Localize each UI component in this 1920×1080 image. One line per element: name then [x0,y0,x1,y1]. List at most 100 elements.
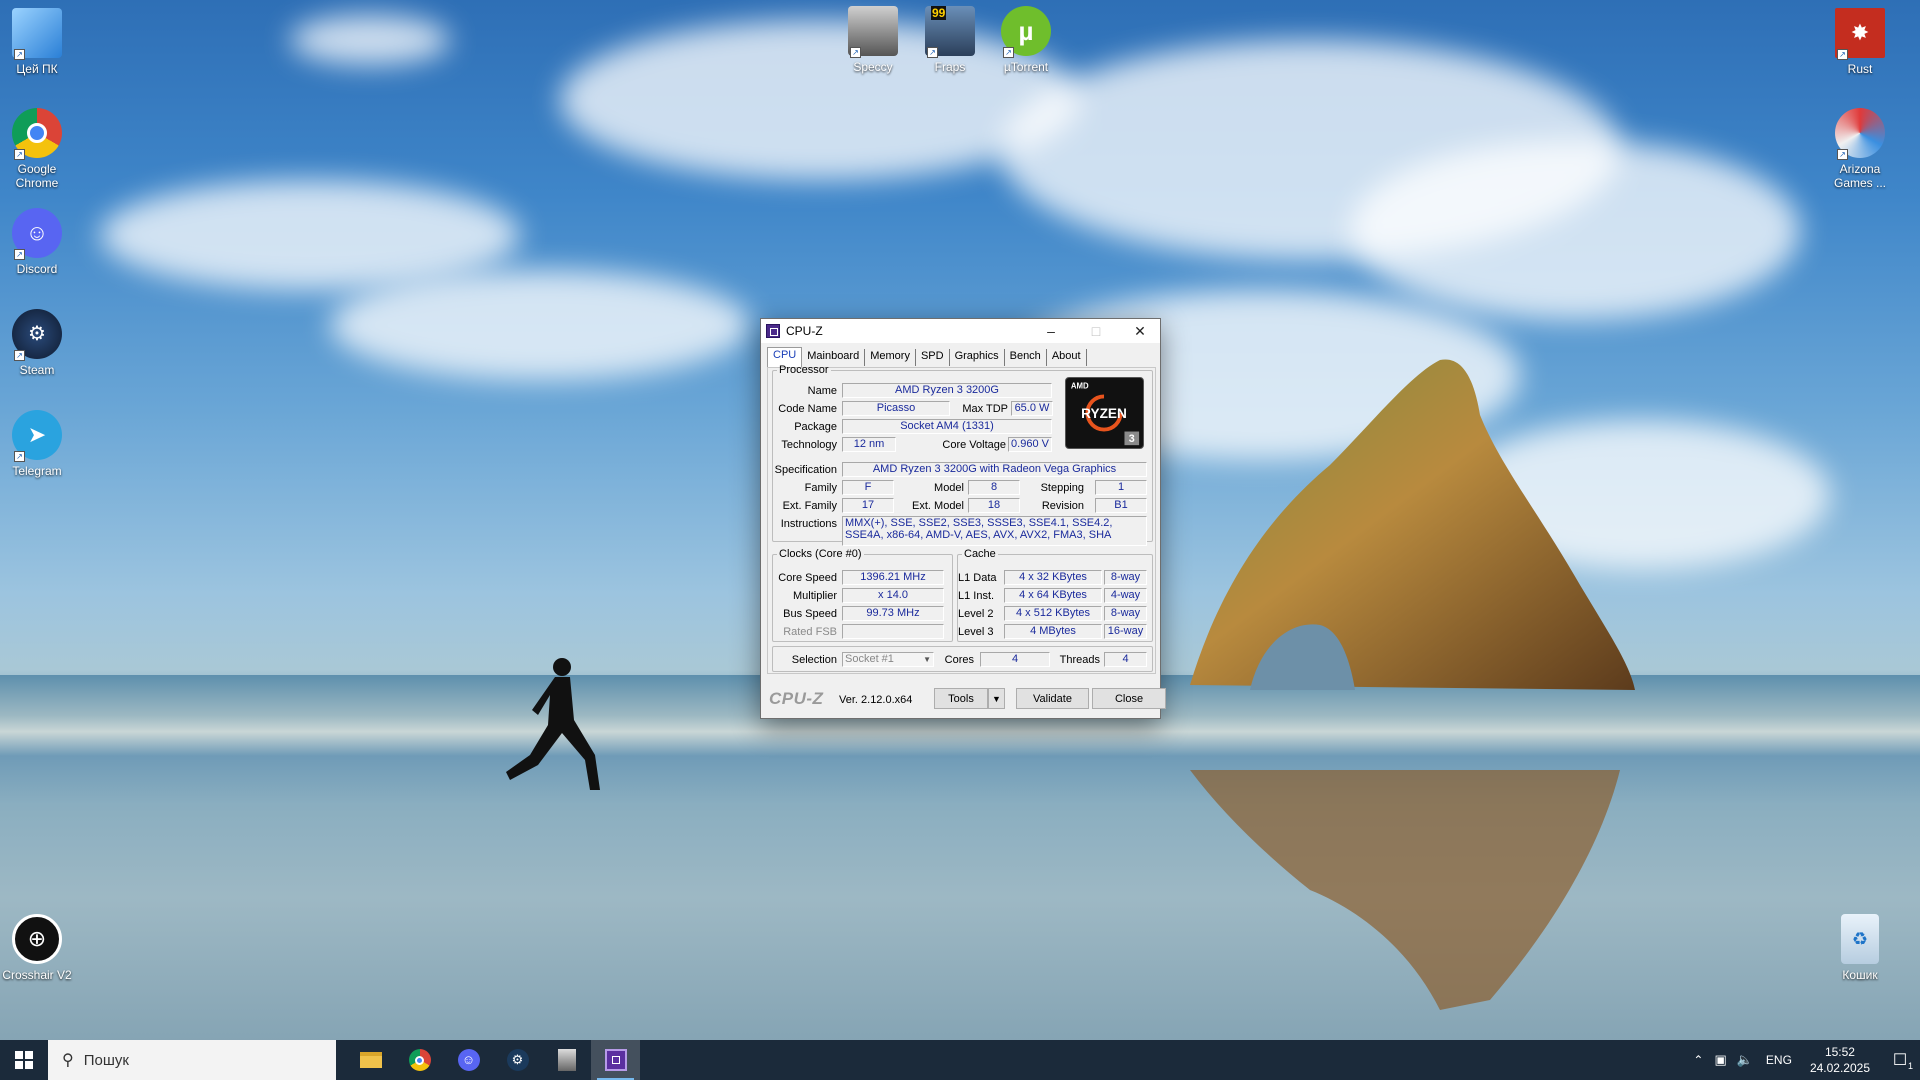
technology-label: Technology [781,439,837,451]
desktop-icon-fraps[interactable]: 99 ↗ Fraps [910,6,990,74]
taskbar-cpuz[interactable] [591,1040,640,1080]
selection-dropdown[interactable]: Socket #1 ▼ [842,652,934,667]
speccy-icon: ↗ [848,6,898,58]
arizona-games-icon: ↗ [1835,108,1885,160]
notification-count: 1 [1907,1061,1913,1071]
taskbar: ⚲ Пошук ☺ ⚙ ⌃ ▣ 🔈 ENG 15:52 24.02.2025 ☐… [0,1040,1920,1080]
taskbar-chrome[interactable] [395,1040,444,1080]
volume-icon[interactable]: 🔈 [1732,1052,1758,1068]
close-window-button[interactable]: ✕ [1118,319,1162,343]
multiplier-label: Multiplier [792,590,837,602]
revision-label: Revision [1041,500,1084,512]
network-icon[interactable]: ▣ [1709,1052,1731,1068]
svg-text:RYZEN: RYZEN [1081,406,1127,421]
desktop-icon-steam[interactable]: ⚙ ↗ Steam [0,309,77,377]
wallpaper-sea [0,675,1920,1080]
threads-label: Threads [1059,654,1100,666]
rust-icon: ✸ ↗ [1835,8,1885,60]
desktop-icon-discord[interactable]: ☺ ↗ Discord [0,208,77,276]
action-center-button[interactable]: ☐ 1 [1880,1040,1920,1080]
desktop-icon-google-chrome[interactable]: ↗ Google Chrome [0,108,77,190]
desktop-icon-recycle-bin[interactable]: ♻ Кошик [1820,914,1900,982]
cpuz-titlebar[interactable]: CPU-Z – □ ✕ [761,319,1160,343]
validate-button[interactable]: Validate [1016,688,1089,709]
maximize-button[interactable]: □ [1074,319,1118,343]
speccy-icon [557,1049,576,1071]
maxtdp-label: Max TDP [962,403,1008,415]
threads-value: 4 [1104,652,1147,667]
specification-label: Specification [774,464,837,476]
ryzen-logo-icon: AMD RYZEN 3 [1071,382,1140,445]
close-button[interactable]: Close [1092,688,1166,709]
extmodel-value: 18 [968,498,1020,513]
steam-icon: ⚙ ↗ [12,309,62,361]
chevron-down-icon: ▼ [923,655,931,664]
svg-text:3: 3 [1129,433,1135,445]
system-tray: ⌃ ▣ 🔈 ENG 15:52 24.02.2025 ☐ 1 [1687,1040,1920,1080]
windows-logo-icon [15,1051,33,1069]
level3-label: Level 3 [958,626,994,638]
level2-value: 4 x 512 KBytes [1004,606,1102,621]
taskbar-file-explorer[interactable] [346,1040,395,1080]
desktop-icon-telegram[interactable]: ➤ ↗ Telegram [0,410,77,478]
revision-value: B1 [1095,498,1147,513]
desktop-icon-this-pc[interactable]: ↗ Цей ПК [0,8,77,76]
clock-date: 24.02.2025 [1809,1061,1870,1075]
clock[interactable]: 15:52 24.02.2025 [1810,1044,1870,1076]
ratedfsb-value [842,624,944,639]
desktop-icon-arizona-games[interactable]: ↗ Arizona Games ... [1820,108,1900,190]
chrome-icon [408,1049,431,1071]
maxtdp-value: 65.0 W [1011,401,1053,416]
version-text: Ver. 2.12.0.x64 [839,694,913,706]
package-value: Socket AM4 (1331) [842,419,1052,434]
language-indicator[interactable]: ENG [1758,1053,1800,1067]
package-label: Package [794,421,837,433]
specification-value: AMD Ryzen 3 3200G with Radeon Vega Graph… [842,462,1147,477]
corevoltage-label: Core Voltage [942,439,1006,451]
minimize-button[interactable]: – [1029,319,1073,343]
corespeed-label: Core Speed [778,572,837,584]
cpuz-app-icon [766,324,780,338]
tools-dropdown-button[interactable]: ▼ [988,688,1005,709]
level3-way: 16-way [1104,624,1147,639]
name-label: Name [807,385,837,397]
desktop-icon-utorrent[interactable]: µ ↗ µTorrent [986,6,1066,74]
search-icon: ⚲ [62,1052,74,1069]
corespeed-value: 1396.21 MHz [842,570,944,585]
start-button[interactable] [0,1040,48,1080]
this-pc-icon: ↗ [12,8,62,60]
cpuz-footer: CPU-Z Ver. 2.12.0.x64 Tools ▼ Validate C… [767,685,1166,711]
desktop-icon-crosshair-v2[interactable]: ⊕ Crosshair V2 [0,914,77,982]
taskbar-speccy[interactable] [542,1040,591,1080]
desktop-icon-rust[interactable]: ✸ ↗ Rust [1820,8,1900,76]
wallpaper-runner-silhouette [506,658,600,790]
wallpaper-rock-reflection [1190,770,1620,1010]
show-hidden-icons-chevron-icon[interactable]: ⌃ [1687,1053,1709,1067]
desktop-icon-speccy[interactable]: ↗ Speccy [833,6,913,74]
level2-way: 8-way [1104,606,1147,621]
codename-label: Code Name [778,403,837,415]
multiplier-value: x 14.0 [842,588,944,603]
model-value: 8 [968,480,1020,495]
taskbar-discord[interactable]: ☺ [444,1040,493,1080]
l1data-way: 8-way [1104,570,1147,585]
taskbar-steam[interactable]: ⚙ [493,1040,542,1080]
instructions-value: MMX(+), SSE, SSE2, SSE3, SSSE3, SSE4.1, … [842,516,1147,546]
recycle-bin-icon: ♻ [1841,914,1879,964]
l1inst-label: L1 Inst. [958,590,995,602]
cpuz-window: CPU-Z – □ ✕ CPU Mainboard Memory SPD Gra… [760,318,1166,719]
discord-icon: ☺ ↗ [12,208,62,260]
svg-text:AMD: AMD [1071,382,1089,391]
steam-icon: ⚙ [506,1049,529,1071]
chrome-icon: ↗ [12,108,62,160]
busspeed-label: Bus Speed [783,608,837,620]
l1data-label: L1 Data [958,572,997,584]
taskbar-search-box[interactable]: ⚲ Пошук [48,1040,336,1080]
level3-value: 4 MBytes [1004,624,1102,639]
family-label: Family [804,482,837,494]
tools-button[interactable]: Tools [934,688,988,709]
discord-icon: ☺ [457,1049,480,1071]
cpu-tab-panel: Processor Name AMD Ryzen 3 3200G Code Na… [767,364,1156,674]
extfamily-label: Ext. Family [782,500,837,512]
extfamily-value: 17 [842,498,894,513]
